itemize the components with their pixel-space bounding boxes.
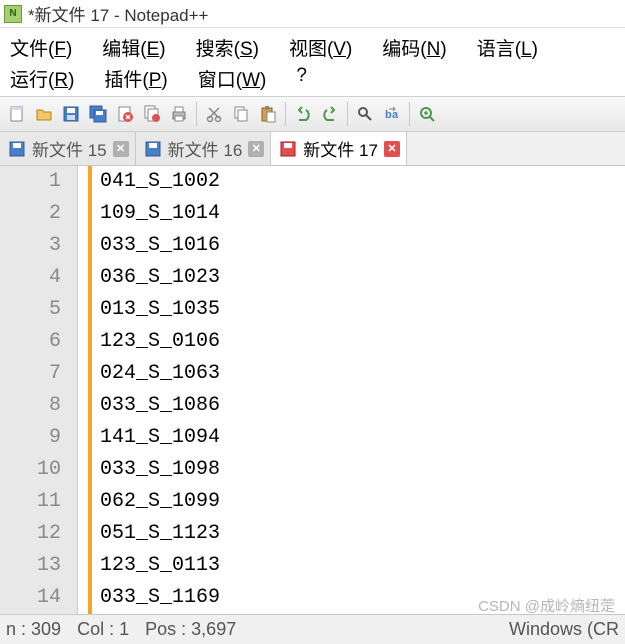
fold-margin bbox=[78, 166, 92, 616]
code-line[interactable]: 033_S_1169 bbox=[100, 582, 625, 614]
line-number: 4 bbox=[0, 262, 61, 294]
close-icon[interactable]: ✕ bbox=[113, 141, 129, 157]
code-line[interactable]: 033_S_1086 bbox=[100, 390, 625, 422]
toolbar-separator bbox=[409, 102, 410, 126]
menu-encoding[interactable]: 编码(N) bbox=[382, 32, 460, 63]
line-number-gutter: 1234567891011121314 bbox=[0, 166, 78, 616]
status-bar: n : 309 Col : 1 Pos : 3,697 Windows (CR bbox=[0, 614, 625, 644]
line-number: 2 bbox=[0, 198, 61, 230]
status-col: Col : 1 bbox=[77, 619, 129, 640]
line-number: 13 bbox=[0, 550, 61, 582]
menu-language[interactable]: 语言(L) bbox=[477, 32, 552, 63]
open-file-button[interactable] bbox=[31, 101, 57, 127]
code-line[interactable]: 036_S_1023 bbox=[100, 262, 625, 294]
close-button[interactable] bbox=[112, 101, 138, 127]
save-all-button[interactable] bbox=[85, 101, 111, 127]
toolbar: ba bbox=[0, 96, 625, 132]
paste-button[interactable] bbox=[255, 101, 281, 127]
tab-file-17[interactable]: 新文件 17 ✕ bbox=[271, 132, 407, 165]
save-icon bbox=[144, 140, 162, 158]
code-line[interactable]: 051_S_1123 bbox=[100, 518, 625, 550]
app-icon: N bbox=[4, 5, 22, 23]
menu-view[interactable]: 视图(V) bbox=[289, 32, 366, 63]
code-line[interactable]: 123_S_0113 bbox=[100, 550, 625, 582]
toolbar-separator bbox=[196, 102, 197, 126]
print-button[interactable] bbox=[166, 101, 192, 127]
title-bar: N *新文件 17 - Notepad++ bbox=[0, 0, 625, 28]
svg-text:b: b bbox=[385, 109, 392, 121]
save-button[interactable] bbox=[58, 101, 84, 127]
line-number: 14 bbox=[0, 582, 61, 614]
line-number: 3 bbox=[0, 230, 61, 262]
tab-bar: 新文件 15 ✕ 新文件 16 ✕ 新文件 17 ✕ bbox=[0, 132, 625, 166]
menu-search[interactable]: 搜索(S) bbox=[196, 32, 273, 63]
line-number: 8 bbox=[0, 390, 61, 422]
code-line[interactable]: 141_S_1094 bbox=[100, 422, 625, 454]
cut-button[interactable] bbox=[201, 101, 227, 127]
code-line[interactable]: 013_S_1035 bbox=[100, 294, 625, 326]
tab-file-15[interactable]: 新文件 15 ✕ bbox=[0, 132, 136, 165]
tab-file-16[interactable]: 新文件 16 ✕ bbox=[136, 132, 272, 165]
code-line[interactable]: 109_S_1014 bbox=[100, 198, 625, 230]
tab-label: 新文件 15 bbox=[32, 136, 107, 161]
status-eol: Windows (CR bbox=[509, 619, 619, 640]
window-title: *新文件 17 - Notepad++ bbox=[28, 1, 208, 26]
zoom-button[interactable] bbox=[414, 101, 440, 127]
undo-button[interactable] bbox=[290, 101, 316, 127]
line-number: 6 bbox=[0, 326, 61, 358]
menu-bar: 文件(F) 编辑(E) 搜索(S) 视图(V) 编码(N) 语言(L) 运行(R… bbox=[0, 28, 625, 96]
find-button[interactable] bbox=[352, 101, 378, 127]
status-pos: Pos : 3,697 bbox=[145, 619, 236, 640]
line-number: 5 bbox=[0, 294, 61, 326]
line-number: 1 bbox=[0, 166, 61, 198]
code-line[interactable]: 033_S_1016 bbox=[100, 230, 625, 262]
replace-button[interactable]: ba bbox=[379, 101, 405, 127]
close-icon[interactable]: ✕ bbox=[384, 141, 400, 157]
toolbar-separator bbox=[347, 102, 348, 126]
code-line[interactable]: 123_S_0106 bbox=[100, 326, 625, 358]
tab-label: 新文件 17 bbox=[303, 136, 378, 161]
line-number: 11 bbox=[0, 486, 61, 518]
close-icon[interactable]: ✕ bbox=[248, 141, 264, 157]
close-all-button[interactable] bbox=[139, 101, 165, 127]
line-number: 10 bbox=[0, 454, 61, 486]
code-line[interactable]: 062_S_1099 bbox=[100, 486, 625, 518]
menu-window[interactable]: 窗口(W) bbox=[198, 63, 281, 94]
line-number: 9 bbox=[0, 422, 61, 454]
line-number: 7 bbox=[0, 358, 61, 390]
code-line[interactable]: 041_S_1002 bbox=[100, 166, 625, 198]
menu-help[interactable]: ? bbox=[296, 63, 321, 94]
tab-label: 新文件 16 bbox=[168, 136, 243, 161]
copy-button[interactable] bbox=[228, 101, 254, 127]
menu-plugins[interactable]: 插件(P) bbox=[104, 63, 181, 94]
menu-file[interactable]: 文件(F) bbox=[10, 32, 86, 63]
code-line[interactable]: 024_S_1063 bbox=[100, 358, 625, 390]
menu-run[interactable]: 运行(R) bbox=[10, 63, 88, 94]
editor: 1234567891011121314 041_S_1002109_S_1014… bbox=[0, 166, 625, 616]
status-line: n : 309 bbox=[6, 619, 61, 640]
save-icon-modified bbox=[279, 140, 297, 158]
save-icon bbox=[8, 140, 26, 158]
redo-button[interactable] bbox=[317, 101, 343, 127]
toolbar-separator bbox=[285, 102, 286, 126]
new-file-button[interactable] bbox=[4, 101, 30, 127]
menu-edit[interactable]: 编辑(E) bbox=[102, 32, 179, 63]
line-number: 12 bbox=[0, 518, 61, 550]
code-area[interactable]: 041_S_1002109_S_1014033_S_1016036_S_1023… bbox=[92, 166, 625, 616]
code-line[interactable]: 033_S_1098 bbox=[100, 454, 625, 486]
